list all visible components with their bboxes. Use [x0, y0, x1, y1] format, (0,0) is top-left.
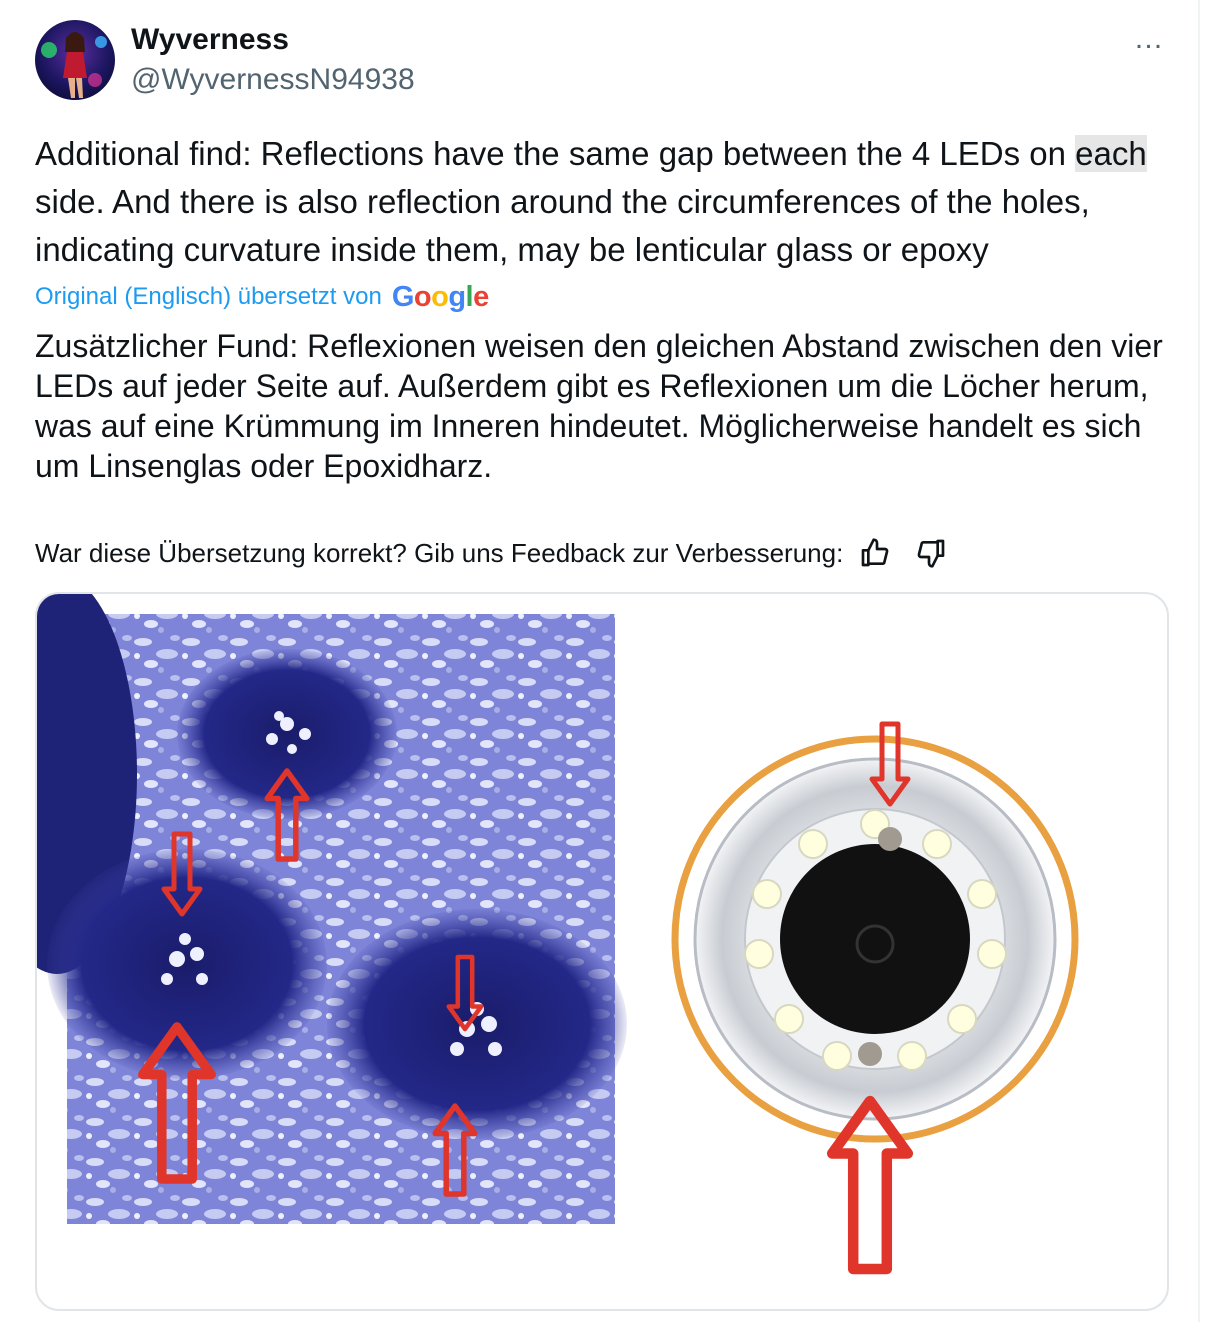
translated-text: Zusätzlicher Fund: Reflexionen weisen de…: [35, 328, 1163, 484]
thumbs-down-icon[interactable]: [913, 535, 949, 571]
more-options-icon[interactable]: …: [1128, 24, 1168, 58]
tweet-media[interactable]: [35, 592, 1169, 1311]
avatar-image: [35, 20, 115, 100]
display-name[interactable]: Wyverness: [131, 22, 289, 58]
tweet-text-part: Additional find: Reflections have the sa…: [35, 135, 1076, 172]
microscope-photo: [37, 594, 627, 1224]
translation-attribution[interactable]: Original (Englisch) übersetzt von Google: [35, 280, 489, 314]
translation-feedback: War diese Übersetzung korrekt? Gib uns F…: [35, 535, 949, 571]
media-image: [37, 594, 1079, 1309]
thumbs-up-icon[interactable]: [857, 535, 893, 571]
google-logo: Google: [391, 281, 489, 313]
feedback-question: War diese Übersetzung korrekt? Gib uns F…: [35, 538, 844, 568]
user-handle[interactable]: @WyvernessN94938: [131, 62, 415, 98]
led-ring-photo: [671, 724, 1079, 1269]
highlighted-word: each: [1075, 135, 1147, 172]
tweet-text: Additional find: Reflections have the sa…: [35, 130, 1175, 274]
translation-attribution-label[interactable]: Original (Englisch) übersetzt von: [35, 280, 382, 314]
tweet-text-part: side. And there is also reflection aroun…: [35, 183, 1090, 268]
timeline-border: [1198, 0, 1200, 1322]
avatar[interactable]: [35, 20, 115, 100]
